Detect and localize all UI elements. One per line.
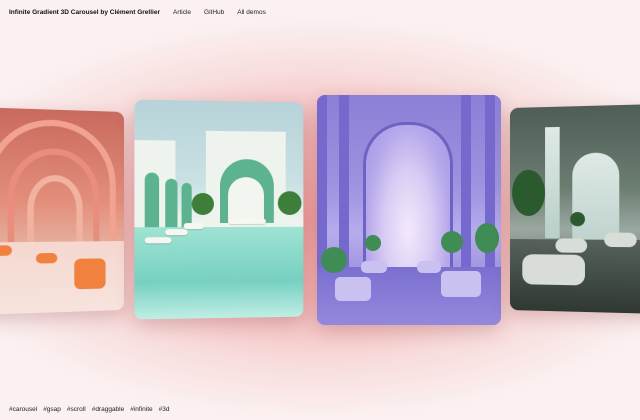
plant [365, 235, 381, 251]
sun-lounger [183, 223, 204, 230]
tag-draggable[interactable]: #draggable [92, 406, 125, 413]
arched-window [545, 126, 560, 239]
armchair [335, 277, 371, 301]
carousel-card-purple-hall[interactable] [317, 95, 501, 325]
armchair [441, 271, 481, 297]
armchair [604, 232, 637, 248]
armchair [361, 261, 387, 273]
arch-shape [27, 174, 83, 244]
carousel-card-pool[interactable] [134, 99, 304, 320]
carousel-card-red-arches[interactable] [0, 106, 124, 316]
armchair [417, 261, 441, 273]
sun-lounger [144, 237, 172, 244]
carousel[interactable] [0, 0, 640, 420]
tag-3d[interactable]: #3d [159, 406, 170, 413]
tag-list: #carousel #gsap #scroll #draggable #infi… [9, 406, 176, 413]
tag-carousel[interactable]: #carousel [9, 406, 37, 413]
sun-lounger [228, 218, 266, 224]
tag-gsap[interactable]: #gsap [43, 406, 61, 413]
tag-infinite[interactable]: #infinite [130, 406, 152, 413]
plant [512, 169, 546, 217]
plant [321, 247, 347, 273]
arch-shape [165, 178, 178, 232]
plant [441, 231, 463, 253]
palm-tree [191, 192, 214, 216]
wall [228, 177, 264, 225]
arched-window [363, 122, 453, 278]
lounge-chair [0, 245, 12, 256]
palm-tree [277, 191, 302, 215]
tag-scroll[interactable]: #scroll [67, 406, 86, 413]
carousel-card-green-room[interactable] [510, 103, 640, 315]
lounge-chair [74, 258, 106, 290]
sun-lounger [165, 229, 188, 236]
column [317, 95, 327, 275]
plant [475, 223, 499, 253]
column [461, 95, 471, 275]
armchair [522, 254, 585, 286]
lounge-chair [35, 252, 58, 264]
armchair [555, 238, 588, 253]
arch-shape [144, 172, 160, 234]
plant [570, 212, 585, 227]
